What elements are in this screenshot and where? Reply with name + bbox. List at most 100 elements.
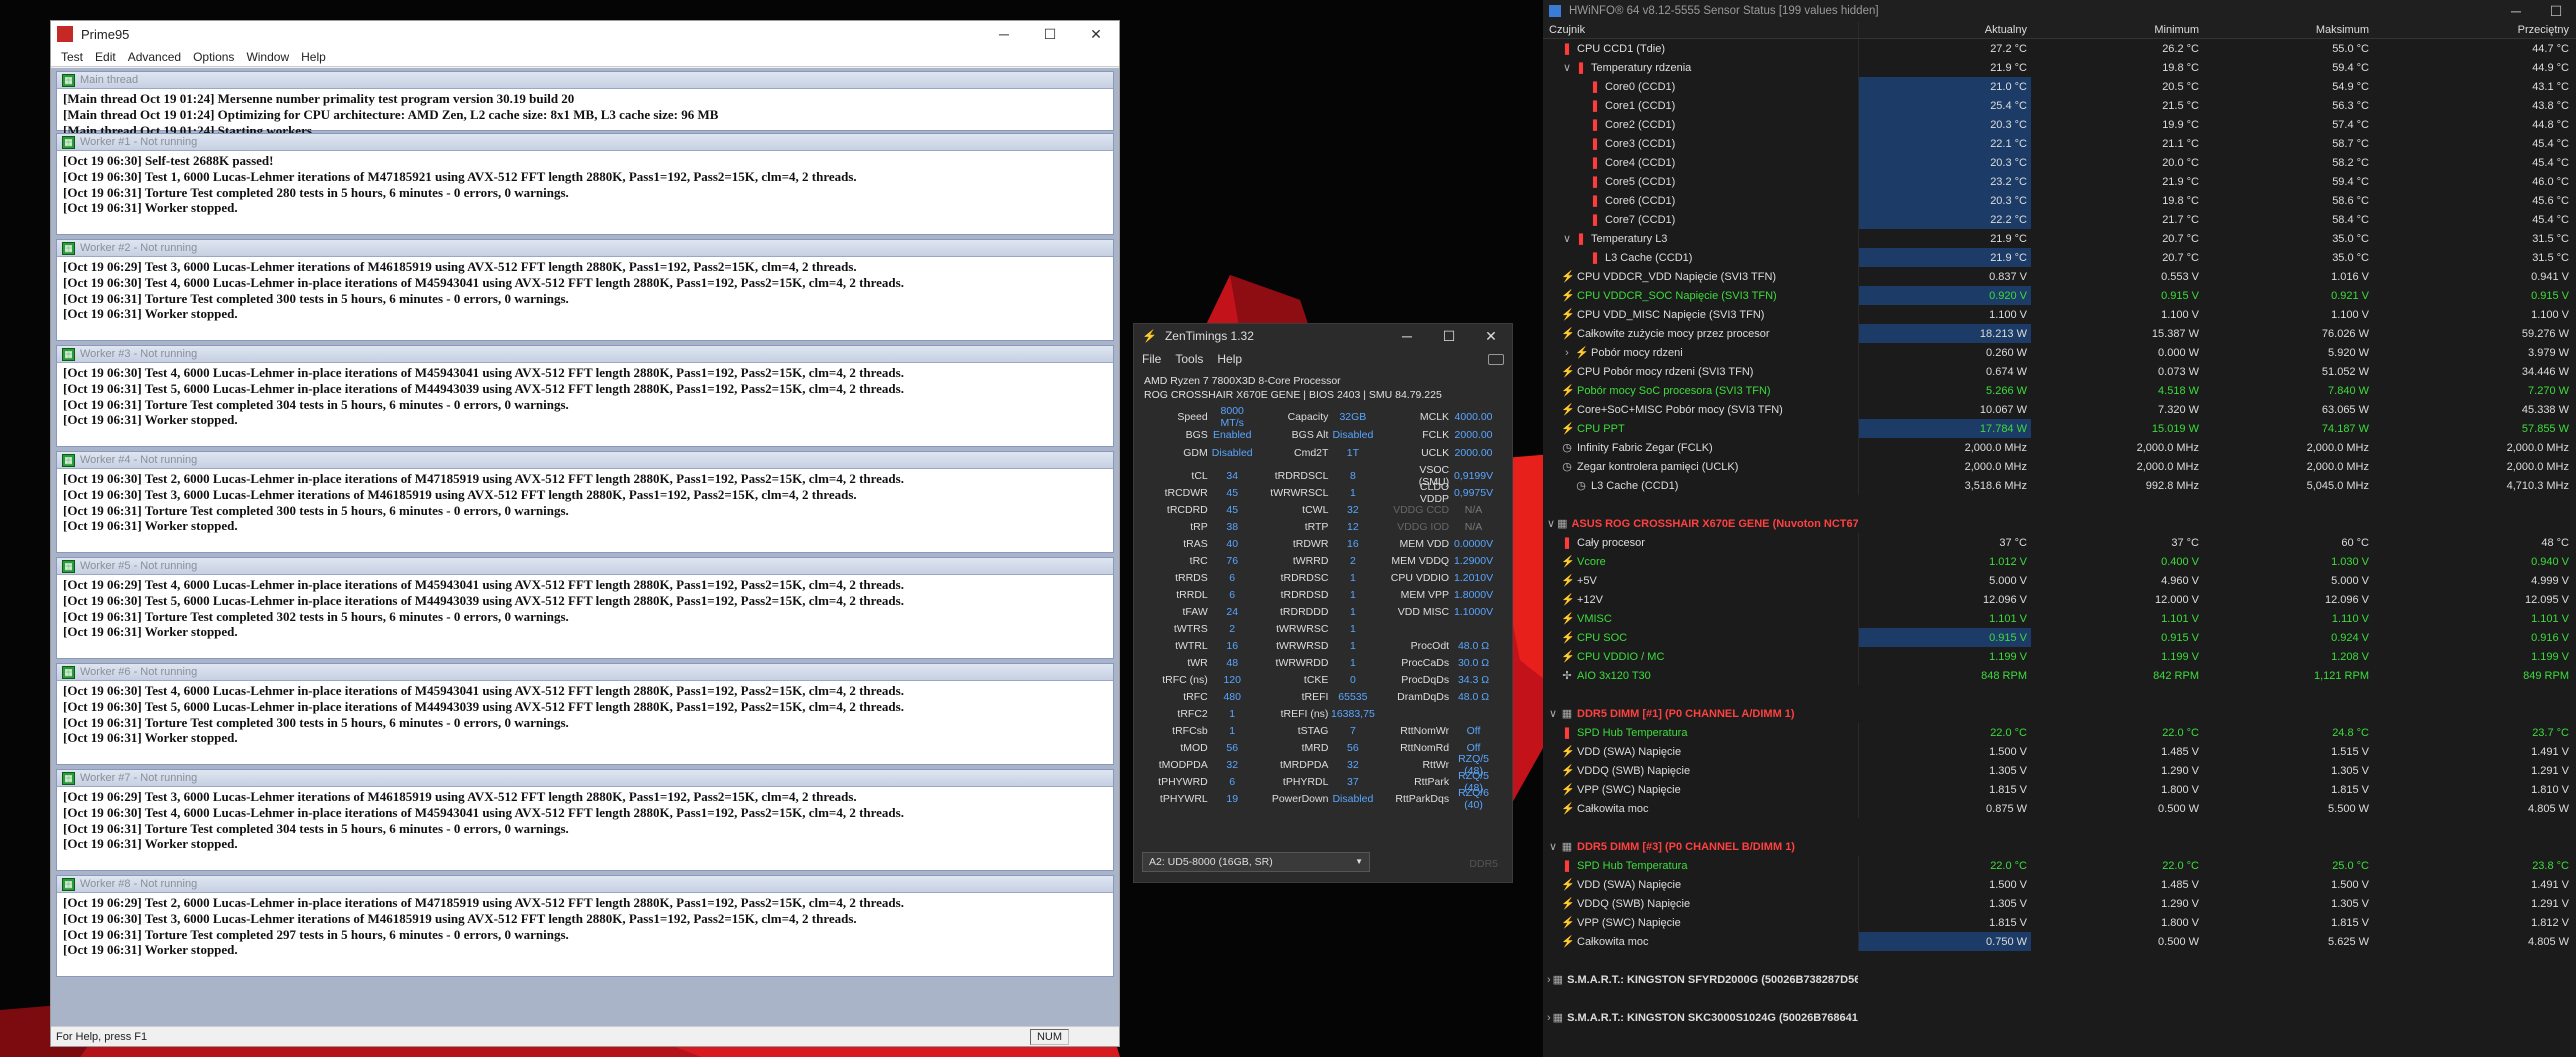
worker-window[interactable]: ▦ Worker #2 - Not running [Oct 19 06:29] T… (56, 239, 1114, 341)
sensor-row[interactable]: ∨ ❚ Temperatury rdzenia 21.9 °C 19.8 °C 59.4 … (1543, 58, 2576, 77)
sensor-row[interactable]: ⚡ VDDQ (SWB) Napięcie 1.305 V 1.290 V 1.305 … (1543, 761, 2576, 780)
sensor-row[interactable]: ◷ Infinity Fabric Zegar (FCLK) 2,000.0 MHz… (1543, 438, 2576, 457)
screenshot-camera-icon[interactable] (1488, 354, 1504, 365)
chevron-down-icon[interactable]: ∨ (1561, 232, 1573, 245)
minimize-button[interactable]: ─ (981, 21, 1027, 47)
sensor-row[interactable]: ⚡ VDDQ (SWB) Napięcie 1.305 V 1.290 V 1.305 … (1543, 894, 2576, 913)
sensor-row[interactable]: ⚡ Całkowita moc 0.875 W 0.500 W 5.500 W 4.805… (1543, 799, 2576, 818)
child-titlebar[interactable]: ▦ Worker #1 - Not running (57, 134, 1113, 151)
sensor-row[interactable]: ⚡ CPU VDDIO / MC 1.199 V 1.199 V 1.208 V 1.19… (1543, 647, 2576, 666)
menu-advanced[interactable]: Advanced (122, 50, 187, 64)
minimize-button[interactable]: ─ (2496, 0, 2536, 22)
child-titlebar[interactable]: ▦ Worker #2 - Not running (57, 240, 1113, 257)
sensor-row[interactable]: ⚡ CPU SOC 0.915 V 0.915 V 0.924 V 0.916 V (1543, 628, 2576, 647)
close-button[interactable]: ✕ (1470, 324, 1512, 348)
menu-options[interactable]: Options (187, 50, 240, 64)
sensor-group-header[interactable]: › ▦ S.M.A.R.T.: KINGSTON SFYRD2000G (50026… (1543, 970, 2576, 989)
sensor-row[interactable]: ⚡ Całkowita moc 0.750 W 0.500 W 5.625 W 4.805… (1543, 932, 2576, 951)
sensor-row[interactable]: ❚ Core7 (CCD1) 22.2 °C 21.7 °C 58.4 °C 45.4 °… (1543, 210, 2576, 229)
sensor-row[interactable]: ⚡ VDD (SWA) Napięcie 1.500 V 1.485 V 1.500 V… (1543, 875, 2576, 894)
sensor-row[interactable]: ✢ AIO 3x120 T30 848 RPM 842 RPM 1,121 RPM 849… (1543, 666, 2576, 685)
worker-window[interactable]: ▦ Worker #7 - Not running [Oct 19 06:29] T… (56, 769, 1114, 871)
hwinfo-titlebar[interactable]: HWiNFO® 64 v8.12-5555 Sensor Status [199… (1543, 0, 2576, 22)
chevron-down-icon[interactable]: ∨ (1547, 707, 1559, 720)
worker-window[interactable]: ▦ Worker #1 - Not running [Oct 19 06:30] S… (56, 133, 1114, 235)
sensor-row[interactable]: ⚡ VPP (SWC) Napięcie 1.815 V 1.800 V 1.815 V… (1543, 913, 2576, 932)
sensor-row[interactable]: ❚ Core4 (CCD1) 20.3 °C 20.0 °C 58.2 °C 45.4 °… (1543, 153, 2576, 172)
sensor-row[interactable]: ⚡ Vcore 1.012 V 0.400 V 1.030 V 0.940 V (1543, 552, 2576, 571)
sensor-row[interactable]: ◷ L3 Cache (CCD1) 3,518.6 MHz 992.8 MHz 5,04… (1543, 476, 2576, 495)
sensor-group-header[interactable]: ∨ ▦ DDR5 DIMM [#1] (P0 CHANNEL A/DIMM 1) (1543, 704, 2576, 723)
sensor-row[interactable]: ⚡ VDD (SWA) Napięcie 1.500 V 1.485 V 1.515 V… (1543, 742, 2576, 761)
worker-window[interactable]: ▦ Worker #5 - Not running [Oct 19 06:29] T… (56, 557, 1114, 659)
child-titlebar[interactable]: ▦ Worker #4 - Not running (57, 452, 1113, 469)
menu-help[interactable]: Help (295, 50, 332, 64)
col-minimum[interactable]: Minimum (2031, 22, 2203, 38)
sensor-row[interactable]: ⚡ CPU VDDCR_SOC Napięcie (SVI3 TFN) 0.920 … (1543, 286, 2576, 305)
sensor-row[interactable]: ❚ CPU CCD1 (Tdie) 27.2 °C 26.2 °C 55.0 °C 44.… (1543, 39, 2576, 58)
worker-window[interactable]: ▦ Worker #4 - Not running [Oct 19 06:30] T… (56, 451, 1114, 553)
sensor-row[interactable]: ❚ Core0 (CCD1) 21.0 °C 20.5 °C 54.9 °C 43.1 °… (1543, 77, 2576, 96)
zentimings-titlebar[interactable]: ⚡ ZenTimings 1.32 ─ ☐ ✕ (1134, 324, 1512, 348)
sensor-row[interactable]: › ⚡ Pobór mocy rdzeni 0.260 W 0.000 W 5.920 W… (1543, 343, 2576, 362)
maximize-button[interactable]: ☐ (1428, 324, 1470, 348)
sensor-row[interactable]: ⚡ Core+SoC+MISC Pobór mocy (SVI3 TFN) 10.0… (1543, 400, 2576, 419)
child-titlebar[interactable]: ▦ Worker #5 - Not running (57, 558, 1113, 575)
sensor-group-header[interactable]: › ▦ S.M.A.R.T.: KINGSTON SKC3000S1024G (50… (1543, 1008, 2576, 1027)
chevron-down-icon[interactable]: ∨ (1547, 517, 1555, 530)
menu-file[interactable]: File (1142, 352, 1161, 366)
menu-tools[interactable]: Tools (1175, 352, 1203, 366)
sensor-row[interactable]: ⚡ CPU Pobór mocy rdzeni (SVI3 TFN) 0.674 W… (1543, 362, 2576, 381)
sensor-row[interactable]: ❚ Cały procesor 37 °C 37 °C 60 °C 48 °C (1543, 533, 2576, 552)
sensor-row[interactable]: ❚ Core1 (CCD1) 25.4 °C 21.5 °C 56.3 °C 43.8 °… (1543, 96, 2576, 115)
prime95-window[interactable]: Prime95 ─ ☐ ✕ Test Edit Advanced Options… (50, 20, 1120, 1047)
child-titlebar[interactable]: ▦ Worker #6 - Not running (57, 664, 1113, 681)
sensor-group-header[interactable]: ∨ ▦ ASUS ROG CROSSHAIR X670E GENE (Nuvoton… (1543, 514, 2576, 533)
child-titlebar[interactable]: ▦ Worker #8 - Not running (57, 876, 1113, 893)
menu-help[interactable]: Help (1217, 352, 1242, 366)
sensor-row[interactable]: ❚ SPD Hub Temperatura 22.0 °C 22.0 °C 25.0 °… (1543, 856, 2576, 875)
child-titlebar[interactable]: ▦ Main thread (57, 72, 1113, 89)
sensor-row[interactable]: ❚ Core3 (CCD1) 22.1 °C 21.1 °C 58.7 °C 45.4 °… (1543, 134, 2576, 153)
worker-window[interactable]: ▦ Worker #8 - Not running [Oct 19 06:29] T… (56, 875, 1114, 977)
hwinfo-window[interactable]: HWiNFO® 64 v8.12-5555 Sensor Status [199… (1543, 0, 2576, 1057)
chevron-right-icon[interactable]: › (1561, 347, 1573, 359)
main-thread-window[interactable]: ▦ Main thread [Main thread Oct 19 01:24] M… (56, 71, 1114, 169)
col-sensor[interactable]: Czujnik (1543, 24, 1858, 36)
worker-window[interactable]: ▦ Worker #3 - Not running [Oct 19 06:30] T… (56, 345, 1114, 447)
sensor-row[interactable]: ❚ Core5 (CCD1) 23.2 °C 21.9 °C 59.4 °C 46.0 °… (1543, 172, 2576, 191)
zentimings-window[interactable]: ⚡ ZenTimings 1.32 ─ ☐ ✕ File Tools Help … (1133, 323, 1513, 883)
sensor-row[interactable]: ⚡ VPP (SWC) Napięcie 1.815 V 1.800 V 1.815 V… (1543, 780, 2576, 799)
child-titlebar[interactable]: ▦ Worker #3 - Not running (57, 346, 1113, 363)
col-average[interactable]: Przeciętny (2373, 22, 2573, 38)
close-button[interactable]: ✕ (1073, 21, 1119, 47)
minimize-button[interactable]: ─ (1386, 324, 1428, 348)
prime95-titlebar[interactable]: Prime95 ─ ☐ ✕ (51, 21, 1119, 47)
maximize-button[interactable]: ☐ (1027, 21, 1073, 47)
sensor-group-header[interactable]: ∨ ▦ DDR5 DIMM [#3] (P0 CHANNEL B/DIMM 1) (1543, 837, 2576, 856)
sensor-row[interactable]: ❚ Core2 (CCD1) 20.3 °C 19.9 °C 57.4 °C 44.8 °… (1543, 115, 2576, 134)
sensor-row[interactable]: ◷ Zegar kontrolera pamięci (UCLK) 2,000.0 … (1543, 457, 2576, 476)
menu-test[interactable]: Test (55, 50, 89, 64)
sensor-row[interactable]: ⚡ CPU VDD_MISC Napięcie (SVI3 TFN) 1.100 V… (1543, 305, 2576, 324)
sensor-row[interactable]: ⚡ Całkowite zużycie mocy przez procesor 18… (1543, 324, 2576, 343)
col-maximum[interactable]: Maksimum (2203, 22, 2373, 38)
sensor-row[interactable]: ∨ ❚ Temperatury L3 21.9 °C 20.7 °C 35.0 °C 31.… (1543, 229, 2576, 248)
sensor-row[interactable]: ⚡ Pobór mocy SoC procesora (SVI3 TFN) 5.26… (1543, 381, 2576, 400)
sensor-row[interactable]: ❚ SPD Hub Temperatura 22.0 °C 22.0 °C 24.8 °… (1543, 723, 2576, 742)
sensor-row[interactable]: ⚡ CPU PPT 17.784 W 15.019 W 74.187 W 57.855 W (1543, 419, 2576, 438)
sensor-row[interactable]: ❚ Core6 (CCD1) 20.3 °C 19.8 °C 58.6 °C 45.6 °… (1543, 191, 2576, 210)
chevron-down-icon[interactable]: ∨ (1547, 840, 1559, 853)
chevron-right-icon[interactable]: › (1547, 974, 1551, 986)
chevron-down-icon[interactable]: ∨ (1561, 61, 1573, 74)
chevron-right-icon[interactable]: › (1547, 1012, 1551, 1024)
maximize-button[interactable]: ☐ (2536, 0, 2576, 22)
menu-edit[interactable]: Edit (89, 50, 122, 64)
sensor-row[interactable]: ⚡ VMISC 1.101 V 1.101 V 1.110 V 1.101 V (1543, 609, 2576, 628)
dimm-select[interactable]: A2: UD5-8000 (16GB, SR) ▼ (1142, 852, 1370, 872)
sensor-row[interactable]: ⚡ +12V 12.096 V 12.000 V 12.096 V 12.095 V (1543, 590, 2576, 609)
sensor-row[interactable]: ❚ L3 Cache (CCD1) 21.9 °C 20.7 °C 35.0 °C 31.… (1543, 248, 2576, 267)
worker-window[interactable]: ▦ Worker #6 - Not running [Oct 19 06:30] T… (56, 663, 1114, 765)
child-titlebar[interactable]: ▦ Worker #7 - Not running (57, 770, 1113, 787)
menu-window[interactable]: Window (240, 50, 295, 64)
